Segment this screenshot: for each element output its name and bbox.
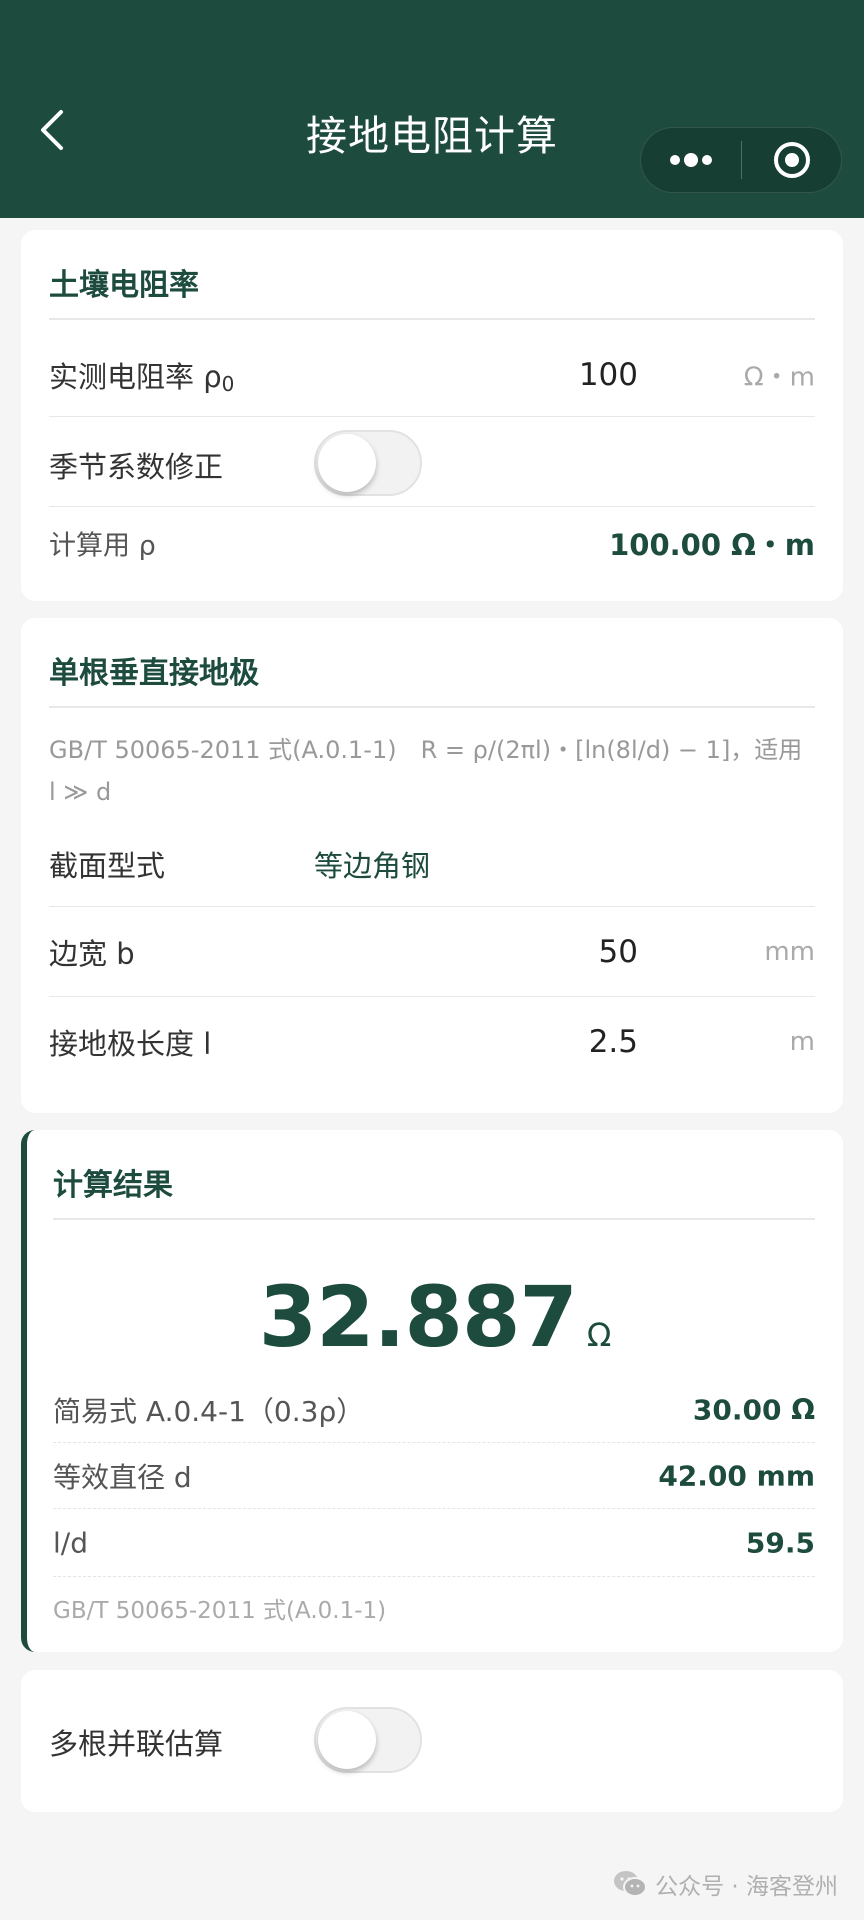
result-reference: GB/T 50065-2011 式(A.0.1-1) bbox=[53, 1598, 387, 1624]
calc-resistivity-label: 计算用 ρ bbox=[49, 530, 156, 562]
more-button[interactable] bbox=[641, 128, 741, 192]
watermark: 公众号 · 海客登州 bbox=[613, 1867, 838, 1901]
result-number: 32.887 bbox=[258, 1268, 578, 1366]
toggle-knob bbox=[318, 434, 376, 492]
equivalent-diameter-label: 等效直径 d bbox=[53, 1461, 192, 1494]
close-button[interactable] bbox=[742, 128, 841, 192]
equivalent-diameter-value: 42.00 mm bbox=[658, 1459, 815, 1493]
electrode-length-unit: m bbox=[789, 1027, 815, 1057]
edge-width-input[interactable]: 50 bbox=[599, 934, 638, 970]
measured-resistivity-input[interactable]: 100 bbox=[579, 357, 638, 393]
more-dots-icon bbox=[670, 153, 712, 167]
toggle-knob bbox=[318, 1711, 376, 1769]
electrode-card-title: 单根垂直接地极 bbox=[49, 656, 259, 691]
divider bbox=[49, 996, 815, 997]
result-value: 32.887 Ω bbox=[27, 1268, 843, 1366]
divider bbox=[49, 506, 815, 507]
measured-resistivity-unit: Ω・m bbox=[743, 362, 815, 393]
divider bbox=[49, 906, 815, 907]
measured-resistivity-label-text: 实测电阻率 ρ bbox=[49, 360, 222, 394]
divider bbox=[53, 1218, 815, 1220]
simple-formula-value: 30.00 Ω bbox=[692, 1393, 815, 1427]
result-unit: Ω bbox=[586, 1316, 612, 1354]
vertical-electrode-card: 单根垂直接地极 GB/T 50065-2011 式(A.0.1-1) R = ρ… bbox=[21, 618, 843, 1113]
measured-resistivity-label: 实测电阻率 ρ0 bbox=[49, 354, 234, 396]
dashed-divider bbox=[53, 1442, 815, 1443]
mini-program-capsule bbox=[640, 127, 842, 193]
length-diameter-ratio-value: 59.5 bbox=[745, 1526, 815, 1560]
parallel-estimate-card: 多根并联估算 bbox=[21, 1670, 843, 1812]
parallel-estimate-toggle[interactable] bbox=[314, 1707, 422, 1773]
navigation-bar: 接地电阻计算 bbox=[0, 0, 864, 218]
season-correction-toggle[interactable] bbox=[314, 430, 422, 496]
soil-card-title: 土壤电阻率 bbox=[49, 268, 199, 303]
divider bbox=[49, 416, 815, 417]
section-type-select[interactable]: 等边角钢 bbox=[314, 843, 430, 885]
electrode-length-label: 接地极长度 l bbox=[49, 1027, 212, 1061]
measured-resistivity-subscript: 0 bbox=[221, 372, 235, 396]
watermark-text: 公众号 · 海客登州 bbox=[655, 1874, 838, 1900]
edge-width-label: 边宽 b bbox=[49, 937, 135, 971]
parallel-estimate-label: 多根并联估算 bbox=[49, 1727, 224, 1761]
divider bbox=[49, 318, 815, 320]
simple-formula-label: 简易式 A.0.4-1（0.3ρ） bbox=[53, 1395, 365, 1428]
divider bbox=[49, 706, 815, 708]
soil-resistivity-card: 土壤电阻率 实测电阻率 ρ0 100 Ω・m 季节系数修正 计算用 ρ 100.… bbox=[21, 230, 843, 601]
season-correction-label: 季节系数修正 bbox=[49, 450, 224, 484]
formula-text: GB/T 50065-2011 式(A.0.1-1) R = ρ/(2πl)・[… bbox=[49, 736, 803, 806]
result-card: 计算结果 32.887 Ω 简易式 A.0.4-1（0.3ρ） 30.00 Ω 等… bbox=[21, 1130, 843, 1652]
electrode-length-input[interactable]: 2.5 bbox=[589, 1024, 638, 1060]
edge-width-unit: mm bbox=[764, 937, 815, 967]
calc-resistivity-value: 100.00 Ω・m bbox=[609, 528, 815, 562]
target-circle-icon bbox=[773, 142, 810, 178]
dashed-divider bbox=[53, 1508, 815, 1509]
dashed-divider bbox=[53, 1576, 815, 1577]
result-card-title: 计算结果 bbox=[53, 1168, 173, 1203]
length-diameter-ratio-label: l/d bbox=[53, 1526, 88, 1560]
wechat-icon bbox=[613, 1870, 648, 1898]
section-type-label: 截面型式 bbox=[49, 849, 166, 883]
